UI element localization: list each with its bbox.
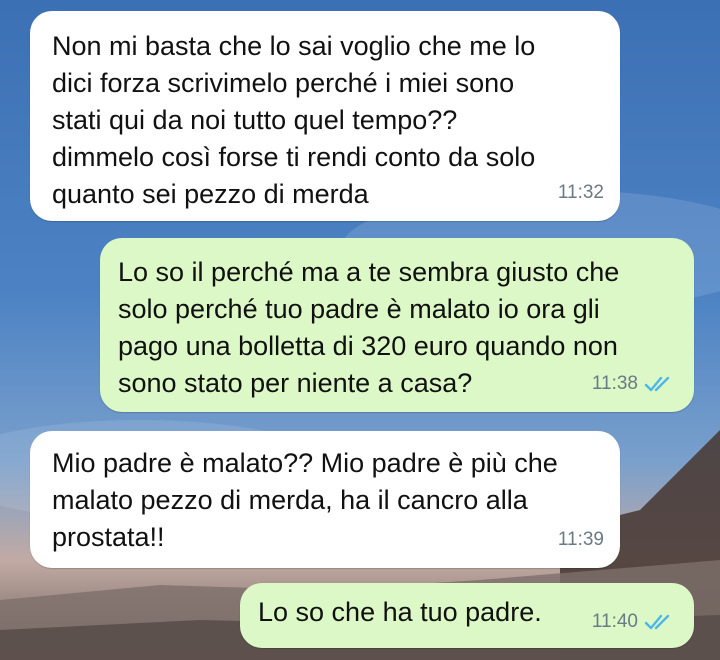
message-timestamp: 11:32 — [557, 182, 604, 203]
double-check-read-icon — [644, 614, 670, 629]
message-timestamp: 11:40 — [591, 611, 638, 632]
message-timestamp: 11:38 — [591, 373, 638, 394]
message-text: Mio padre è malato?? Mio padre è più che… — [52, 448, 558, 552]
chat-messages[interactable]: Non mi basta che lo sai voglio che me lo… — [0, 0, 720, 660]
incoming-message-bubble[interactable]: Mio padre è malato?? Mio padre è più che… — [30, 431, 620, 568]
message-text: Non mi basta che lo sai voglio che me lo… — [52, 31, 536, 209]
double-check-read-icon — [644, 376, 670, 391]
message-timestamp: 11:39 — [557, 529, 604, 550]
incoming-message-bubble[interactable]: Non mi basta che lo sai voglio che me lo… — [30, 11, 620, 221]
outgoing-message-bubble[interactable]: Lo so che ha tuo padre. 11:40 — [240, 583, 694, 648]
outgoing-message-bubble[interactable]: Lo so il perché ma a te sembra giusto ch… — [100, 238, 694, 412]
message-text: Lo so il perché ma a te sembra giusto ch… — [118, 257, 620, 398]
